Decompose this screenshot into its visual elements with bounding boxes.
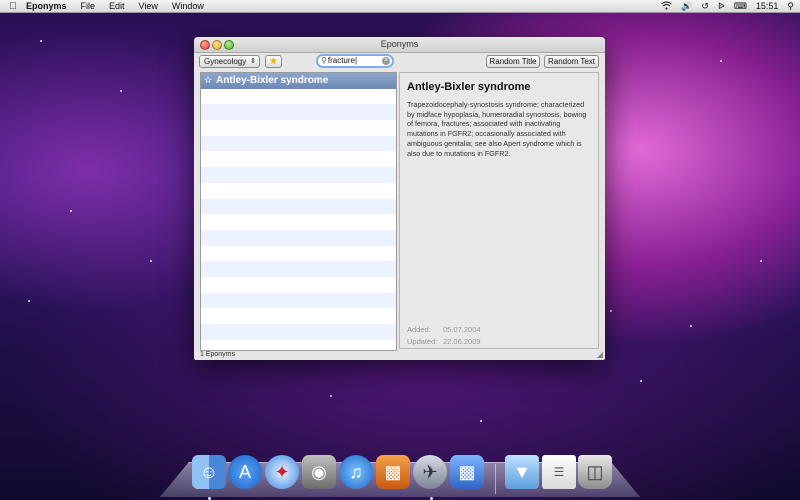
updated-value: 22.06.2009 bbox=[443, 337, 481, 346]
empty-row bbox=[201, 167, 396, 183]
dock: ☺ A ✦ ◉ ♫ ▩ ✈ ▩ ▼ ☰ ◫ bbox=[0, 450, 800, 500]
star bbox=[120, 90, 122, 92]
preview-icon[interactable]: ▩ bbox=[376, 455, 410, 489]
search-input[interactable]: fracture bbox=[328, 56, 355, 65]
added-label: Added: bbox=[407, 325, 431, 334]
empty-row bbox=[201, 324, 396, 340]
itunes-icon[interactable]: ♫ bbox=[339, 455, 373, 489]
app-store-icon[interactable]: A bbox=[228, 455, 262, 489]
star bbox=[330, 395, 332, 397]
star bbox=[760, 260, 762, 262]
search-field[interactable]: ⚲fracture| × bbox=[316, 54, 394, 68]
star bbox=[70, 210, 72, 212]
keynote-icon[interactable]: ▩ bbox=[450, 455, 484, 489]
star-icon: ★ bbox=[269, 56, 278, 67]
empty-row bbox=[201, 261, 396, 277]
time-machine-icon[interactable]: ↺ bbox=[701, 1, 709, 12]
star bbox=[480, 420, 482, 422]
status-count: 1 Eponyms bbox=[200, 351, 236, 358]
clock[interactable]: 15:51 bbox=[756, 1, 779, 11]
trash-icon[interactable]: ◫ bbox=[578, 455, 612, 489]
keyboard-icon[interactable]: ⌨ bbox=[734, 1, 747, 12]
eponym-list[interactable]: ☆ Antley-Bixler syndrome bbox=[200, 72, 397, 351]
random-text-button[interactable]: Random Text bbox=[544, 55, 599, 68]
volume-icon[interactable]: 🔊 bbox=[681, 1, 692, 12]
mail-icon[interactable]: ✈ bbox=[413, 455, 447, 489]
menu-window[interactable]: Window bbox=[172, 1, 204, 11]
apple-menu-icon[interactable]:  bbox=[0, 1, 26, 12]
random-title-button[interactable]: Random Title bbox=[486, 55, 540, 68]
updated-label: Updated: bbox=[407, 337, 438, 346]
list-item[interactable]: ☆ Antley-Bixler syndrome bbox=[201, 73, 396, 89]
menu-view[interactable]: View bbox=[139, 1, 158, 11]
eponyms-window: Eponyms Gynecology ⇕ ★ ⚲fracture| × Rand… bbox=[194, 37, 605, 360]
star bbox=[690, 325, 692, 327]
resize-grip-icon[interactable]: ◢ bbox=[597, 350, 603, 359]
spotlight-icon[interactable]: ⚲ bbox=[787, 1, 794, 12]
star bbox=[40, 40, 42, 42]
search-icon: ⚲ bbox=[321, 56, 327, 65]
empty-row bbox=[201, 151, 396, 167]
document-icon[interactable]: ☰ bbox=[542, 455, 576, 489]
empty-row bbox=[201, 340, 396, 350]
empty-row bbox=[201, 89, 396, 105]
window-title: Eponyms bbox=[380, 39, 419, 49]
added-value: 05.07.2004 bbox=[443, 325, 481, 334]
empty-row bbox=[201, 246, 396, 262]
menu-file[interactable]: File bbox=[81, 1, 96, 11]
star bbox=[640, 380, 642, 382]
text-cursor: | bbox=[354, 56, 358, 65]
dock-divider bbox=[495, 464, 496, 494]
starred-button[interactable]: ★ bbox=[265, 55, 282, 68]
empty-row bbox=[201, 277, 396, 293]
updated-date: Updated: 22.06.2009 bbox=[407, 337, 481, 346]
menu-extras: 🔊 ↺ ᐉ ⌨ 15:51 ⚲ bbox=[661, 0, 794, 12]
added-date: Added: 05.07.2004 bbox=[407, 325, 481, 334]
star bbox=[720, 60, 722, 62]
title-bar[interactable]: Eponyms bbox=[194, 37, 605, 53]
menu-edit[interactable]: Edit bbox=[109, 1, 125, 11]
clear-search-icon[interactable]: × bbox=[382, 57, 390, 65]
empty-row bbox=[201, 120, 396, 136]
menu-bar:  Eponyms File Edit View Window 🔊 ↺ ᐉ ⌨ … bbox=[0, 0, 800, 13]
star bbox=[28, 300, 30, 302]
empty-row bbox=[201, 214, 396, 230]
empty-row bbox=[201, 229, 396, 246]
toolbar: Gynecology ⇕ ★ ⚲fracture| × Random Title… bbox=[194, 53, 605, 72]
wifi-icon[interactable] bbox=[661, 1, 672, 12]
category-select[interactable]: Gynecology ⇕ bbox=[199, 55, 260, 68]
category-select-value: Gynecology bbox=[204, 57, 247, 66]
detail-text: Trapezoidocephaly-synostosis syndrome; c… bbox=[407, 100, 587, 158]
star-outline-icon[interactable]: ☆ bbox=[204, 75, 212, 85]
detail-title: Antley-Bixler syndrome bbox=[407, 81, 531, 93]
empty-row bbox=[201, 104, 396, 121]
empty-row bbox=[201, 183, 396, 199]
list-item-label: Antley-Bixler syndrome bbox=[216, 75, 329, 86]
photo-booth-icon[interactable]: ◉ bbox=[302, 455, 336, 489]
detail-panel: Antley-Bixler syndrome Trapezoidocephaly… bbox=[399, 72, 599, 349]
safari-icon[interactable]: ✦ bbox=[265, 455, 299, 489]
menu-app-name[interactable]: Eponyms bbox=[26, 1, 67, 11]
downloads-folder-icon[interactable]: ▼ bbox=[505, 455, 539, 489]
empty-row bbox=[201, 198, 396, 215]
bluetooth-icon[interactable]: ᐉ bbox=[718, 1, 725, 12]
star bbox=[610, 310, 612, 312]
empty-row bbox=[201, 292, 396, 309]
empty-row bbox=[201, 135, 396, 152]
finder-icon[interactable]: ☺ bbox=[192, 455, 226, 489]
updown-arrows-icon: ⇕ bbox=[250, 58, 256, 65]
star bbox=[150, 260, 152, 262]
empty-row bbox=[201, 308, 396, 324]
